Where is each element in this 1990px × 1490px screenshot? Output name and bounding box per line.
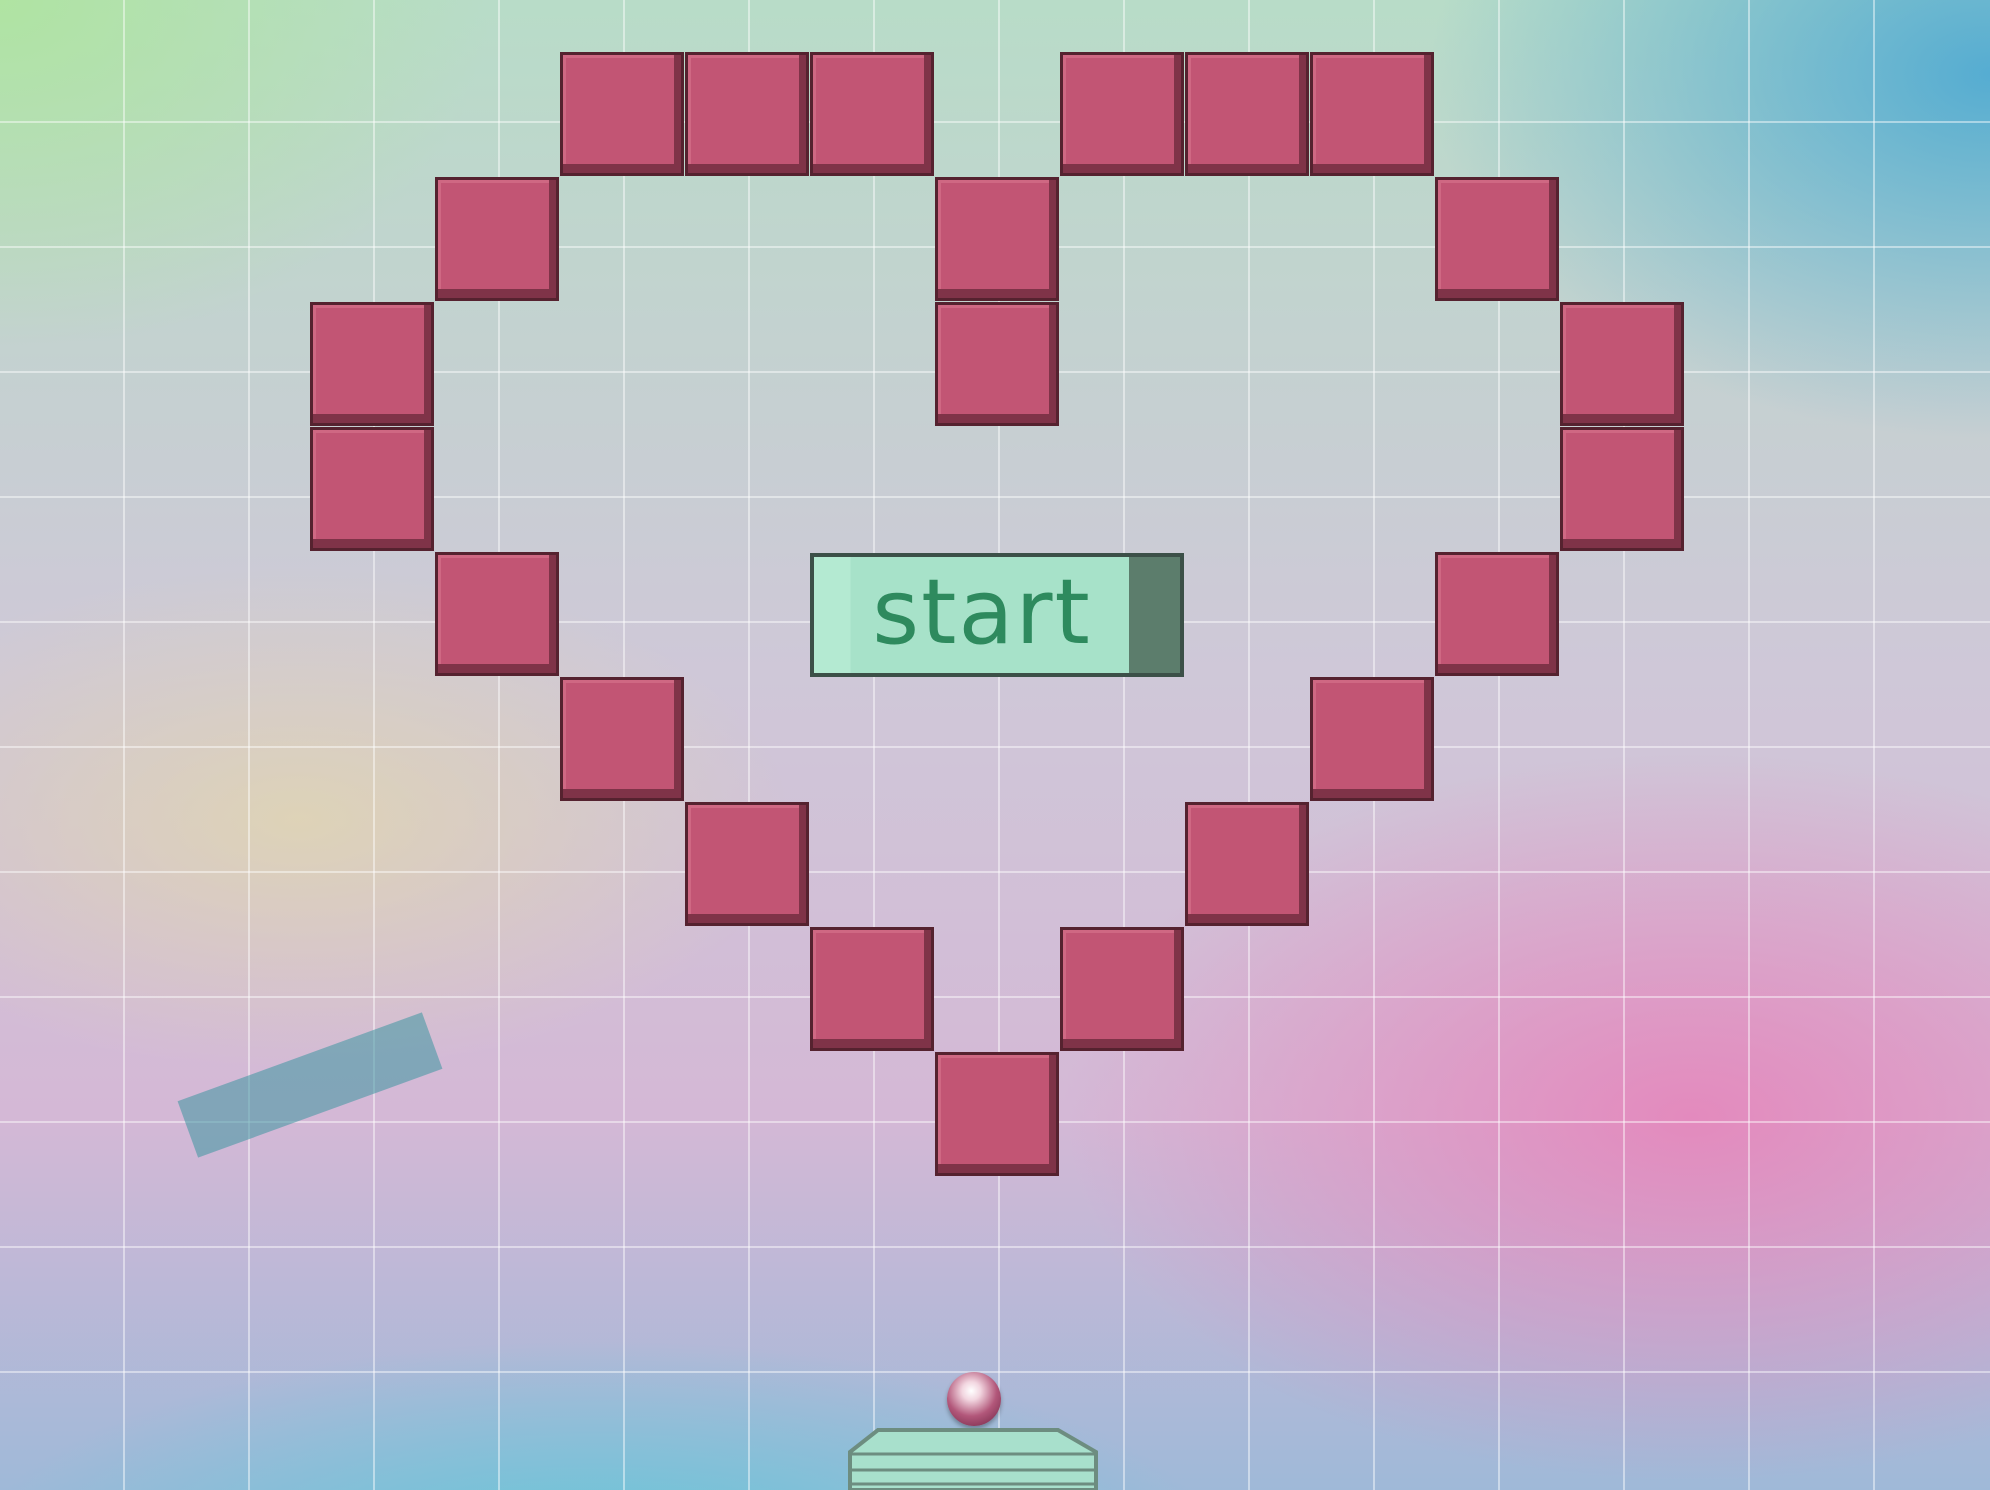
brick <box>1435 552 1559 676</box>
brick <box>810 927 934 1051</box>
brick <box>935 302 1059 426</box>
brick <box>935 1052 1059 1176</box>
brick <box>1185 52 1309 176</box>
brick <box>1310 677 1434 801</box>
brick <box>685 52 809 176</box>
brick <box>1560 427 1684 551</box>
brick <box>935 177 1059 301</box>
brick <box>685 802 809 926</box>
ball <box>947 1372 1001 1426</box>
brick <box>310 302 434 426</box>
brick <box>1060 52 1184 176</box>
brick <box>560 677 684 801</box>
brick <box>310 427 434 551</box>
brick <box>810 52 934 176</box>
start-button-label: start <box>872 559 1092 665</box>
brick <box>1435 177 1559 301</box>
brick <box>1060 927 1184 1051</box>
brick <box>435 552 559 676</box>
brick <box>1185 802 1309 926</box>
game-canvas[interactable]: start <box>0 0 1990 1490</box>
brick <box>435 177 559 301</box>
brick <box>1560 302 1684 426</box>
paddle[interactable] <box>848 1428 1098 1490</box>
brick <box>560 52 684 176</box>
start-button[interactable]: start <box>810 553 1184 677</box>
brick <box>1310 52 1434 176</box>
background-shape <box>177 1012 443 1158</box>
